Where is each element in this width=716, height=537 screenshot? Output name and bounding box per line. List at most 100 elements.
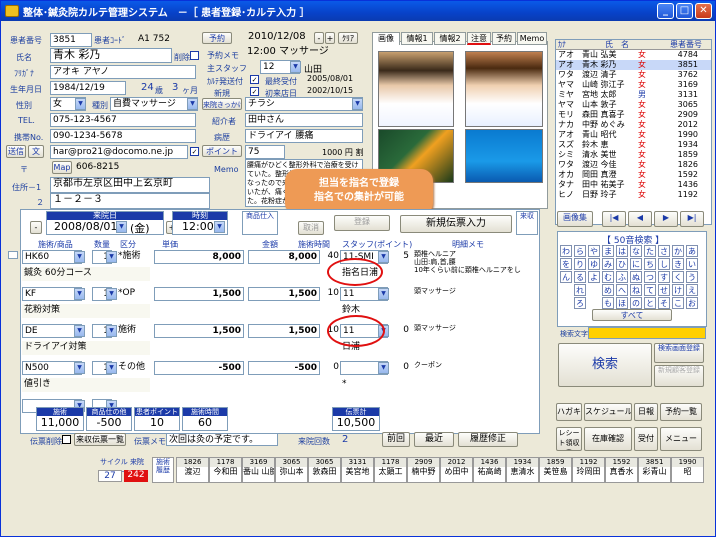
list-item[interactable]: ワタ 渡辺 清子 女 3762	[556, 70, 711, 80]
kana-button[interactable]: に	[630, 258, 642, 270]
table-row[interactable]: DE▼1▼施術1,5001,5001011▼0頭マッサージドライアイ対策日浦	[22, 324, 537, 360]
kana-button[interactable]: ぬ	[630, 271, 642, 283]
kana-button[interactable]: く	[672, 271, 684, 283]
item-price[interactable]: -500	[154, 361, 244, 375]
list-item[interactable]: アオ 青山 昭代 女 1990	[556, 130, 711, 140]
new-slip-button[interactable]: 新規伝票入力	[400, 215, 512, 233]
addr2-field[interactable]: １－２－３	[50, 193, 210, 209]
list-item[interactable]: アオ 青山 弘美 女 4784	[556, 50, 711, 60]
history-cell[interactable]: 1178 今和田	[209, 457, 242, 483]
kana-button[interactable]: な	[630, 245, 642, 257]
history-cell[interactable]: 1592 真香水	[605, 457, 638, 483]
kana-button[interactable]: し	[658, 258, 670, 270]
item-price[interactable]: 1,500	[154, 324, 244, 338]
item-code[interactable]: N500	[22, 361, 82, 375]
item-price[interactable]: 1,500	[154, 287, 244, 301]
menu-button[interactable]: メニュー	[660, 427, 702, 451]
tab-reserve[interactable]: 予約	[492, 32, 516, 45]
history-cell[interactable]: 3131 美宮地	[341, 457, 374, 483]
list-item[interactable]: スズ 鈴木 恵 女 1934	[556, 140, 711, 150]
history-cell[interactable]: 3065 弥山本	[275, 457, 308, 483]
receipt-button[interactable]: レシート領収書	[556, 427, 582, 451]
chevron-down-icon[interactable]: ▼	[116, 221, 127, 233]
email-text-button[interactable]: 文	[28, 145, 44, 158]
chevron-down-icon[interactable]: ▼	[378, 251, 389, 263]
kana-button[interactable]: つ	[644, 271, 656, 283]
kana-button[interactable]: す	[658, 271, 670, 283]
last-visit-checkbox[interactable]: ✓	[250, 75, 259, 84]
history-cell[interactable]: 1178 太顕工	[374, 457, 407, 483]
product-box[interactable]: 商品仕入	[242, 211, 278, 235]
mobile-field[interactable]: 090-1234-5678	[50, 129, 196, 143]
kana-button[interactable]: う	[686, 271, 698, 283]
list-item[interactable]: タナ 田中 祐美子 女 1436	[556, 180, 711, 190]
chevron-down-icon[interactable]: ▼	[187, 98, 198, 110]
reserve-plus-button[interactable]: +	[325, 32, 335, 44]
prev-record-button[interactable]: ◀	[628, 211, 652, 227]
reserve-date[interactable]: 2010/12/08	[246, 31, 312, 45]
item-points[interactable]: 5	[392, 250, 410, 264]
chevron-down-icon[interactable]: ▼	[74, 251, 85, 263]
slip-memo-field[interactable]: 次回は灸の予定です。	[166, 433, 278, 446]
first-record-button[interactable]: |◀	[602, 211, 626, 227]
cancel-button[interactable]: 取消	[298, 221, 324, 235]
kana-button[interactable]: む	[602, 271, 614, 283]
search-screen-register-button[interactable]: 検索画面登録	[654, 343, 704, 363]
kana-button[interactable]: わ	[560, 245, 572, 257]
kana-button[interactable]: こ	[672, 297, 684, 309]
kana-button[interactable]: ふ	[616, 271, 628, 283]
tab-memo[interactable]: Memo	[517, 32, 547, 45]
list-item[interactable]: アオ 青木 彩乃 女 3851	[556, 60, 711, 70]
chevron-down-icon[interactable]: ▼	[378, 288, 389, 300]
zip-field[interactable]: 606-8215	[74, 161, 154, 175]
kana-button[interactable]: へ	[616, 284, 628, 296]
kana-button[interactable]: ら	[574, 245, 586, 257]
list-item[interactable]: ヒノ 日野 玲子 女 1192	[556, 190, 711, 200]
item-memo[interactable]: クーポン	[414, 361, 536, 395]
tab-info2[interactable]: 情報2	[434, 32, 466, 45]
item-memo[interactable]: 頚椎ヘルニア 山田:肩,首,腰 10年くらい前に頚椎ヘルニアをし	[414, 250, 536, 284]
list-item[interactable]: モリ 森田 真喜子 女 2909	[556, 110, 711, 120]
item-code[interactable]: HK60	[22, 250, 82, 264]
minimize-button[interactable]: _	[657, 3, 674, 19]
history-cell[interactable]: 1859 美笹島	[539, 457, 572, 483]
chevron-down-icon[interactable]: ▼	[74, 362, 85, 374]
chevron-down-icon[interactable]: ▼	[352, 98, 363, 110]
register-button[interactable]: 登録	[334, 215, 390, 231]
kana-button[interactable]: て	[644, 284, 656, 296]
list-item[interactable]: ヤマ 山崎 弥江子 女 3169	[556, 80, 711, 90]
history-cell[interactable]: 1990 昭	[671, 457, 704, 483]
disease-field[interactable]: ドライアイ 腰痛	[245, 129, 363, 143]
kana-button[interactable]: け	[672, 284, 684, 296]
list-item[interactable]: オカ 岡田 真澄 女 1592	[556, 170, 711, 180]
new-customer-button[interactable]: 新規顧客登録	[654, 365, 704, 387]
history-cell[interactable]: 1934 恵清水	[506, 457, 539, 483]
patient-photo-1[interactable]	[378, 51, 454, 127]
point-field[interactable]: 75	[245, 145, 285, 159]
patient-no-field[interactable]: 3851	[50, 33, 92, 47]
reserve-clear-button[interactable]: ｸﾘｱ	[338, 32, 358, 44]
stock-button[interactable]: 在庫確認	[584, 427, 632, 451]
list-item[interactable]: ワタ 渡辺 今佳 女 1826	[556, 160, 711, 170]
patient-photo-2[interactable]	[465, 51, 543, 127]
kana-button[interactable]: ひ	[616, 258, 628, 270]
history-cell[interactable]: 3065 敦森田	[308, 457, 341, 483]
kana-button[interactable]: は	[616, 245, 628, 257]
list-item[interactable]: ミヤ 宮地 太郎 男 3131	[556, 90, 711, 100]
kana-button[interactable]: や	[588, 245, 600, 257]
list-item[interactable]: シミ 清水 美世 女 1859	[556, 150, 711, 160]
turtle-photo[interactable]	[465, 129, 543, 183]
kana-button[interactable]: め	[602, 284, 614, 296]
history-cell[interactable]: 2909 楠中野	[407, 457, 440, 483]
list-item[interactable]: ヤマ 山本 敦子 女 3065	[556, 100, 711, 110]
kana-button[interactable]: ん	[560, 271, 572, 283]
tab-info1[interactable]: 情報1	[401, 32, 433, 45]
patient-list[interactable]: ｶﾅ 氏 名 患者番号 アオ 青山 弘美女 4784 アオ 青木 彩乃女 3851 ワタ 渡辺…	[555, 39, 712, 225]
chevron-down-icon[interactable]: ▼	[290, 61, 301, 73]
slip-list-button[interactable]: 来収伝票一覧	[74, 433, 126, 446]
kana-button[interactable]: か	[672, 245, 684, 257]
kana-button[interactable]: ま	[602, 245, 614, 257]
schedule-button[interactable]: スケジュール	[584, 403, 632, 421]
reserve-minus-button[interactable]: -	[314, 32, 324, 44]
item-points[interactable]	[392, 287, 410, 301]
